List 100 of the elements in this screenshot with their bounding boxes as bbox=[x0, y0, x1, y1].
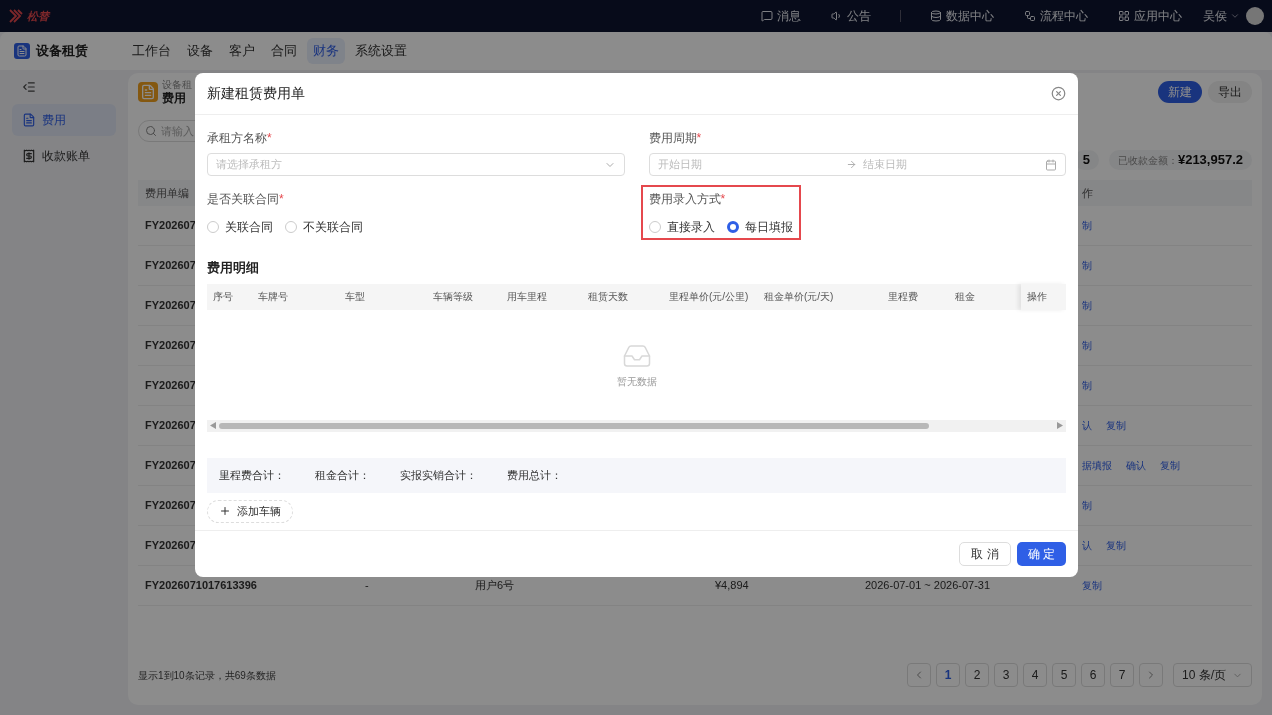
radio-option[interactable]: 关联合同 bbox=[207, 218, 273, 236]
table-cell-text: FY202607 bbox=[144, 298, 196, 314]
document-icon bbox=[22, 113, 36, 127]
field-label: 费用录入方式* bbox=[648, 191, 727, 208]
total-label: 租金合计： bbox=[315, 467, 370, 483]
nav-tab[interactable]: 合同 bbox=[265, 38, 303, 64]
column-header: 作 bbox=[1082, 186, 1093, 199]
scroll-left-icon[interactable] bbox=[210, 422, 216, 429]
action-link[interactable]: 制 bbox=[1082, 378, 1092, 393]
page-button[interactable]: 6 bbox=[1081, 663, 1105, 687]
top-nav-item[interactable]: 数据中心 bbox=[930, 7, 994, 25]
scrollbar-thumb[interactable] bbox=[219, 422, 929, 429]
nav-icon bbox=[831, 10, 843, 22]
column-header: 费用单编 bbox=[144, 185, 189, 201]
table-cell-text: 2026-07-01 ~ 2026-07-31 bbox=[864, 578, 992, 594]
page-button[interactable]: 5 bbox=[1052, 663, 1076, 687]
user-name[interactable]: 吴侯 bbox=[1203, 7, 1227, 25]
scroll-right-icon[interactable] bbox=[1057, 422, 1063, 429]
action-link[interactable]: 据填报 bbox=[1082, 458, 1112, 473]
table-cell-text: FY202607 bbox=[144, 538, 196, 554]
action-link[interactable]: 复制 bbox=[1082, 578, 1102, 593]
column-header: 租金单价(元/天) bbox=[763, 290, 835, 304]
field-label: 是否关联合同* bbox=[207, 191, 285, 208]
sidebar-item[interactable]: 收款账单 bbox=[12, 140, 116, 172]
top-nav-item[interactable]: 消息 bbox=[761, 7, 801, 25]
page-button[interactable]: 4 bbox=[1023, 663, 1047, 687]
table-cell-text: FY202607 bbox=[144, 458, 196, 474]
empty-text: 暂无数据 bbox=[616, 374, 657, 389]
nav-tab[interactable]: 财务 bbox=[307, 38, 345, 64]
page-button[interactable]: 7 bbox=[1110, 663, 1134, 687]
column-header: 里程费 bbox=[887, 290, 919, 304]
caret-icon bbox=[1230, 11, 1240, 21]
action-link[interactable]: 确认 bbox=[1126, 458, 1146, 473]
cancel-button[interactable]: 取 消 bbox=[959, 542, 1011, 566]
page-button[interactable]: 1 bbox=[936, 663, 960, 687]
radio-option[interactable]: 每日填报 bbox=[726, 218, 793, 236]
new-button[interactable]: 新建 bbox=[1158, 81, 1202, 103]
field-label: 承租方名称* bbox=[207, 130, 273, 147]
nav-tab[interactable]: 设备 bbox=[181, 38, 219, 64]
top-nav-item[interactable]: 应用中心 bbox=[1118, 7, 1182, 25]
horizontal-scrollbar[interactable] bbox=[207, 419, 1066, 432]
arrow-right-icon bbox=[845, 159, 857, 170]
app-title: 设备租赁 bbox=[36, 42, 89, 61]
nav-tab[interactable]: 系统设置 bbox=[349, 38, 413, 64]
table-cell-text: - bbox=[364, 578, 370, 594]
dialog-title: 新建租赁费用单 bbox=[207, 84, 305, 103]
column-header: 车型 bbox=[344, 290, 366, 304]
table-cell-text: 用户6号 bbox=[474, 578, 516, 594]
action-link[interactable]: 复制 bbox=[1160, 458, 1180, 473]
table-cell-text: FY202607 bbox=[144, 418, 196, 434]
page-button[interactable]: 3 bbox=[994, 663, 1018, 687]
action-link[interactable]: 制 bbox=[1082, 498, 1092, 513]
radio-option[interactable]: 不关联合同 bbox=[285, 218, 363, 236]
logo-icon bbox=[8, 8, 24, 24]
page-title: 费用 bbox=[162, 92, 187, 104]
table-cell-text: FY2026071017613396 bbox=[144, 578, 258, 594]
action-link[interactable]: 制 bbox=[1082, 218, 1092, 233]
next-page-button[interactable] bbox=[1139, 663, 1163, 687]
action-link[interactable]: 认 bbox=[1082, 418, 1092, 433]
action-link[interactable]: 复制 bbox=[1106, 538, 1126, 553]
nav-icon bbox=[761, 10, 773, 22]
field-label: 费用周期* bbox=[648, 130, 703, 147]
table-cell-text: FY202607 bbox=[144, 378, 196, 394]
section-title: 费用明细 bbox=[207, 259, 260, 277]
action-link[interactable]: 复制 bbox=[1106, 418, 1126, 433]
table-cell-text: ¥4,894 bbox=[714, 578, 750, 594]
page-button[interactable]: 2 bbox=[965, 663, 989, 687]
breadcrumb: 设备租 bbox=[162, 80, 192, 90]
nav-icon bbox=[1118, 10, 1130, 22]
nav-tab[interactable]: 工作台 bbox=[126, 38, 177, 64]
app-icon bbox=[14, 43, 30, 59]
receipt-icon bbox=[22, 149, 36, 163]
confirm-button[interactable]: 确 定 bbox=[1016, 542, 1066, 566]
radio-option[interactable]: 直接录入 bbox=[648, 218, 715, 236]
column-header: 车辆等级 bbox=[432, 290, 474, 304]
avatar[interactable] bbox=[1246, 7, 1264, 25]
action-link[interactable]: 制 bbox=[1082, 258, 1092, 273]
close-icon[interactable] bbox=[1051, 86, 1066, 101]
search-icon bbox=[145, 125, 157, 137]
nav-icon bbox=[930, 10, 942, 22]
total-label: 实报实销合计： bbox=[400, 467, 477, 483]
nav-tab[interactable]: 客户 bbox=[223, 38, 261, 64]
export-button[interactable]: 导出 bbox=[1208, 81, 1252, 103]
top-nav-item[interactable]: 流程中心 bbox=[1024, 7, 1088, 25]
action-link[interactable]: 认 bbox=[1082, 538, 1092, 553]
table-cell-text: FY202607 bbox=[144, 218, 196, 234]
sidebar-item[interactable]: 费用 bbox=[12, 104, 116, 136]
column-header: 用车里程 bbox=[506, 290, 548, 304]
top-nav-item[interactable]: 公告 bbox=[831, 7, 871, 25]
table-cell-text: FY202607 bbox=[144, 498, 196, 514]
action-link[interactable]: 制 bbox=[1082, 338, 1092, 353]
column-header: 里程单价(元/公里) bbox=[668, 290, 750, 304]
column-header: 序号 bbox=[212, 290, 234, 304]
calendar-icon bbox=[1045, 158, 1057, 171]
prev-page-button[interactable] bbox=[907, 663, 931, 687]
column-header: 租赁天数 bbox=[587, 290, 629, 304]
action-link[interactable]: 制 bbox=[1082, 298, 1092, 313]
plus-icon bbox=[219, 505, 231, 517]
page-size-select[interactable]: 10 条/页 bbox=[1173, 663, 1252, 687]
collapse-icon[interactable] bbox=[22, 80, 36, 94]
